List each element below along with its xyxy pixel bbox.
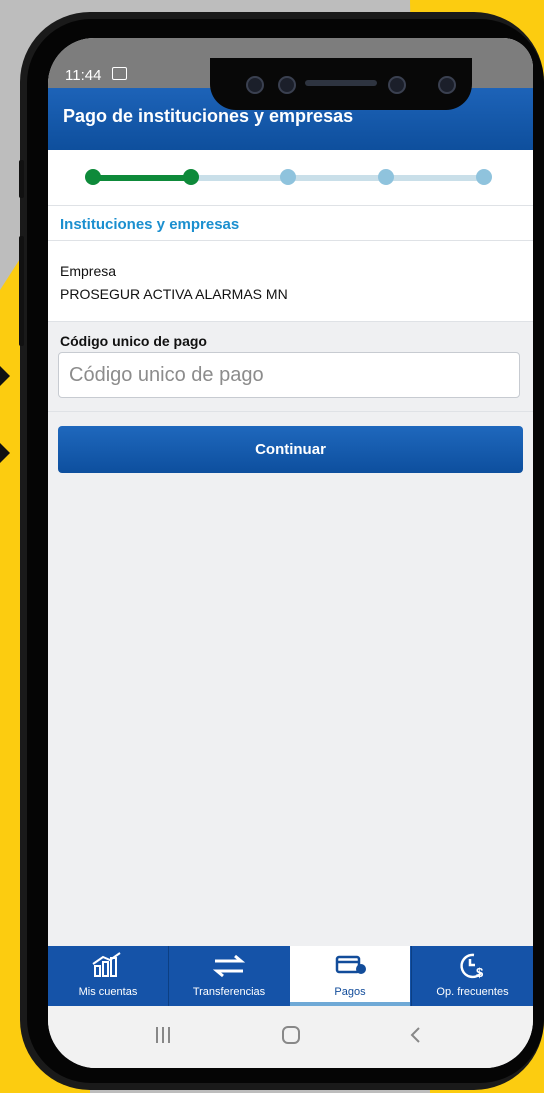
back-icon[interactable] bbox=[408, 1024, 424, 1046]
tab-mis-cuentas[interactable]: Mis cuentas bbox=[48, 946, 168, 1006]
clock-dollar-icon: $ bbox=[460, 953, 484, 980]
camera-icon bbox=[246, 76, 264, 94]
tab-pagos[interactable]: Pagos bbox=[290, 946, 410, 1006]
recents-icon[interactable] bbox=[153, 1024, 173, 1046]
step-5 bbox=[476, 169, 492, 185]
bottom-tab-bar: Mis cuentas Transferencias Pagos $ Op. f… bbox=[48, 946, 533, 1006]
divider bbox=[48, 411, 533, 412]
tab-label-op-frecuentes: Op. frecuentes bbox=[436, 986, 509, 998]
continue-button[interactable]: Continuar bbox=[58, 426, 523, 473]
transfer-arrows-icon bbox=[212, 954, 246, 978]
company-info: Empresa PROSEGUR ACTIVA ALARMAS MN bbox=[48, 241, 533, 322]
company-label: Empresa bbox=[60, 263, 117, 279]
status-time: 11:44 bbox=[65, 67, 102, 84]
tab-transferencias[interactable]: Transferencias bbox=[169, 946, 289, 1006]
side-button-volume bbox=[19, 236, 24, 346]
system-nav-bar bbox=[48, 1006, 533, 1068]
step-3 bbox=[280, 169, 296, 185]
stepper-progress bbox=[93, 175, 191, 181]
section-header: Instituciones y empresas bbox=[48, 206, 533, 241]
front-camera-icon bbox=[388, 76, 406, 94]
company-value: PROSEGUR ACTIVA ALARMAS MN bbox=[60, 286, 288, 302]
speaker-grille bbox=[305, 80, 377, 86]
side-button-power bbox=[19, 160, 24, 198]
chart-icon bbox=[92, 952, 121, 977]
progress-stepper bbox=[48, 150, 533, 206]
payment-code-input[interactable] bbox=[58, 352, 520, 398]
payment-code-label: Código unico de pago bbox=[60, 333, 207, 349]
app-screen: 11:44 ▮◀▪▮▮ Pago de instituciones y empr… bbox=[48, 38, 533, 1068]
camera-notch bbox=[210, 58, 472, 110]
payment-card-icon bbox=[335, 955, 366, 974]
face-sensor-icon bbox=[438, 76, 456, 94]
step-1 bbox=[85, 169, 101, 185]
tab-label-pagos: Pagos bbox=[334, 986, 366, 998]
step-2 bbox=[183, 169, 199, 185]
tab-label-mis-cuentas: Mis cuentas bbox=[78, 986, 138, 998]
svg-text:$: $ bbox=[476, 965, 484, 980]
step-4 bbox=[378, 169, 394, 185]
tab-op-frecuentes[interactable]: $ Op. frecuentes bbox=[412, 946, 533, 1006]
image-icon bbox=[112, 67, 127, 80]
section-title: Instituciones y empresas bbox=[60, 216, 240, 233]
sensor-icon bbox=[278, 76, 296, 94]
tab-label-transferencias: Transferencias bbox=[192, 986, 266, 998]
home-icon[interactable] bbox=[280, 1024, 302, 1046]
